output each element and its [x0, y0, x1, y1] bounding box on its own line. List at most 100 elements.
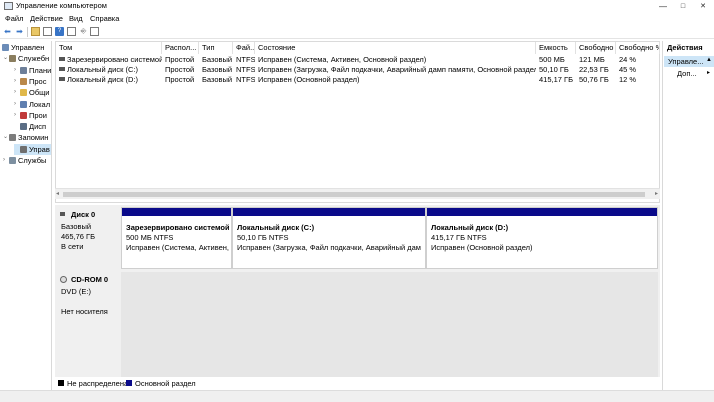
submenu-arrow-icon: ▸ — [707, 70, 711, 76]
computer-icon — [2, 44, 9, 51]
tree-item-label: Плани — [29, 65, 52, 75]
volume-row[interactable]: Локальный диск (C:) Простой Базовый NTFS Исп… — [56, 65, 660, 75]
volume-cell: Локальный диск (C:) — [56, 65, 162, 75]
volume-cell: 24 % — [619, 55, 637, 64]
services-icon — [9, 157, 16, 164]
volume-cell: Простой — [165, 75, 195, 84]
column-header-capacity[interactable]: Емкость — [536, 42, 576, 54]
cdrom-header[interactable]: CD-ROM 0 DVD (E:) Нет носителя — [55, 272, 121, 377]
tree-item[interactable]: Управлен — [0, 42, 51, 53]
tree-item[interactable]: › Плани — [0, 65, 52, 76]
volume-row[interactable]: Локальный диск (D:) Простой Базовый NTFS Исп… — [56, 75, 660, 85]
help-icon[interactable]: ? — [55, 27, 64, 36]
up-folder-icon[interactable] — [31, 27, 40, 36]
volume-list-scrollbar[interactable]: ◂ ▸ — [55, 188, 660, 199]
status-bar — [0, 390, 714, 402]
computer-management-icon — [4, 2, 13, 10]
shared-folders-icon — [20, 89, 27, 97]
volume-cell: NTFS — [236, 55, 255, 64]
tree-item[interactable]: Управ — [14, 143, 51, 155]
partition-size: 50,10 ГБ NTFS — [237, 233, 289, 242]
volume-list: Том Распол... Тип Фай... Состояние Емкос… — [55, 41, 660, 203]
volume-cell: Базовый — [202, 55, 233, 64]
partition-c[interactable]: Локальный диск (C:) 50,10 ГБ NTFS Исправ… — [232, 207, 426, 269]
volume-cell: NTFS — [236, 75, 255, 84]
title-bar: Управление компьютером — □ ✕ — [0, 0, 714, 13]
legend-primary-label: Основной раздел — [135, 379, 196, 388]
tree-item-label: Управ — [29, 144, 50, 154]
volume-icon — [59, 67, 65, 71]
legend-unallocated-swatch — [58, 380, 64, 386]
disk-0-header[interactable]: Диск 0 Базовый 465,76 ГБ В сети — [55, 207, 121, 269]
legend-unallocated-label: Не распределена — [67, 379, 129, 388]
menu-file[interactable]: Файл — [5, 14, 23, 23]
menu-help[interactable]: Справка — [90, 14, 119, 23]
cd-icon — [60, 276, 67, 283]
tree-item-label: Локал — [29, 99, 51, 109]
column-header-layout[interactable]: Распол... — [162, 42, 199, 54]
tree-item-label: Служебн — [18, 54, 50, 64]
tree-item[interactable]: ⌄ Служебн — [0, 53, 51, 64]
tree-item[interactable]: Дисп — [0, 121, 51, 132]
view-icon[interactable] — [90, 27, 99, 36]
back-arrow-icon[interactable]: ⬅ — [3, 27, 12, 36]
tree-item-label: Дисп — [29, 122, 47, 132]
partition-d[interactable]: Локальный диск (D:) 415,17 ГБ NTFS Испра… — [426, 207, 658, 269]
column-header-volume[interactable]: Том — [56, 42, 162, 54]
menu-action[interactable]: Действие — [30, 14, 63, 23]
legend-primary-swatch — [126, 380, 132, 386]
device-manager-icon — [20, 123, 27, 131]
volume-cell: 121 МБ — [579, 55, 605, 64]
performance-icon — [20, 111, 27, 119]
link-icon[interactable]: ⎆ — [79, 27, 88, 36]
tree-item[interactable]: › Прос — [0, 76, 51, 87]
tree-item[interactable]: ⌄ Запомин — [0, 132, 51, 143]
disk-0-type: Базовый — [61, 222, 92, 231]
partition-reserved[interactable]: Зарезервировано системой 500 МБ NTFS Исп… — [121, 207, 232, 269]
tree-item-label: Прои — [29, 110, 47, 120]
tree-item[interactable]: › Общи — [0, 87, 51, 98]
tree-item[interactable]: › Локал — [0, 99, 51, 110]
event-viewer-icon — [20, 77, 27, 85]
column-header-free[interactable]: Свободно — [576, 42, 616, 54]
action-more[interactable]: Доп... — [677, 69, 697, 78]
partition-status: Исправен (Система, Активен, О — [126, 243, 229, 252]
volume-row[interactable]: Зарезервировано системой Простой Базовый NT… — [56, 55, 660, 65]
volume-cell: Исправен (Основной раздел) — [258, 75, 360, 84]
tree-item[interactable]: › Прои — [0, 110, 51, 121]
volume-cell: 50,76 ГБ — [579, 75, 609, 84]
console-icon[interactable] — [67, 27, 76, 36]
column-header-free-percent[interactable]: Свободно % — [616, 42, 660, 54]
properties-icon[interactable] — [43, 27, 52, 36]
menu-view[interactable]: Вид — [69, 14, 83, 23]
tree-item-label: Прос — [29, 76, 47, 86]
partition-size: 415,17 ГБ NTFS — [431, 233, 487, 242]
volume-name: Зарезервировано системой — [67, 55, 162, 64]
column-header-type[interactable]: Тип — [199, 42, 233, 54]
volume-cell: 22,53 ГБ — [579, 65, 609, 74]
cdrom-empty-area — [121, 272, 658, 377]
column-header-status[interactable]: Состояние — [255, 42, 536, 54]
tree-item-label: Управлен — [11, 43, 45, 52]
menu-bar: Файл Действие Вид Справка — [0, 13, 714, 25]
column-header-filesystem[interactable]: Фай... — [233, 42, 255, 54]
close-button[interactable]: ✕ — [688, 0, 714, 13]
volume-icon — [59, 77, 65, 81]
toolbar: ⬅ ➡ ? ⎆ — [0, 25, 714, 39]
partition-title: Зарезервировано системой — [126, 223, 229, 232]
action-disk-management[interactable]: Управле... ▲ — [664, 56, 714, 67]
volume-cell: 50,10 ГБ — [539, 65, 569, 74]
tree-item[interactable]: › Службы — [0, 155, 51, 166]
partition-title: Локальный диск (D:) — [431, 223, 509, 232]
volume-cell: NTFS — [236, 65, 255, 74]
cdrom-name: CD-ROM 0 — [71, 275, 109, 284]
forward-arrow-icon[interactable]: ➡ — [15, 27, 24, 36]
partition-status: Исправен (Основной раздел) — [431, 243, 533, 252]
tools-icon — [9, 55, 16, 63]
partition-status: Исправен (Загрузка, Файл подкачки, Авари… — [237, 243, 421, 252]
collapse-arrow-icon[interactable]: ▲ — [706, 57, 712, 63]
volume-cell: Простой — [165, 55, 195, 64]
volume-cell: Зарезервировано системой — [56, 55, 162, 65]
volume-cell: 500 МБ — [539, 55, 565, 64]
actions-header: Действия — [667, 43, 703, 52]
